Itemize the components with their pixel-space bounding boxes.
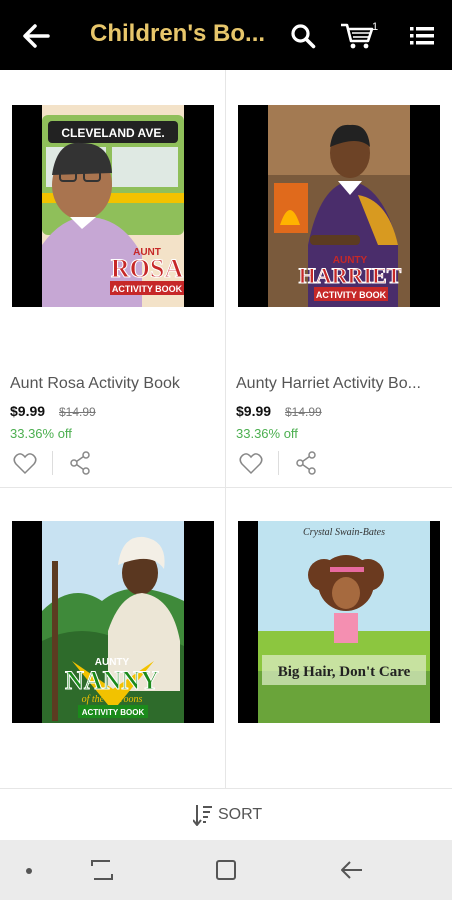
sort-bar[interactable]: SORT	[0, 788, 452, 840]
product-original-price: $14.99	[59, 405, 96, 419]
sort-icon[interactable]	[193, 804, 213, 826]
back-arrow-icon[interactable]	[20, 20, 52, 52]
share-icon[interactable]	[69, 451, 91, 475]
cover-text: CLEVELAND AVE.	[61, 126, 164, 140]
cover-text: ACTIVITY BOOK	[112, 284, 183, 294]
product-discount: 33.36% off	[10, 426, 72, 441]
cover-text: ROSA	[111, 254, 183, 283]
product-card[interactable]: AUNTY HARRIET ACTIVITY BOOK Aunty Harrie…	[226, 70, 452, 488]
product-price: $9.99	[236, 403, 272, 419]
divider	[278, 451, 279, 475]
home-icon[interactable]	[216, 860, 236, 880]
product-discount: 33.36% off	[236, 426, 298, 441]
cover-text: Big Hair, Don't Care	[278, 664, 411, 680]
system-nav-bar	[0, 840, 452, 900]
product-cover-image[interactable]: AUNTY NANNY of the Maroons ACTIVITY BOOK	[12, 521, 214, 723]
cart-icon[interactable]	[340, 22, 374, 50]
cover-text: of the Maroons	[82, 694, 143, 705]
app-bar: Children's Bo... 1	[0, 0, 452, 70]
cover-text: HARRIET	[299, 263, 402, 288]
product-cover-image[interactable]: Crystal Swain-Bates Big Hair, Don't Care	[238, 521, 440, 723]
product-price: $9.99	[10, 403, 46, 419]
back-icon[interactable]	[340, 858, 364, 882]
cover-text: ACTIVITY BOOK	[82, 708, 145, 717]
product-original-price: $14.99	[285, 405, 322, 419]
product-card[interactable]: CLEVELAND AVE. AUNT ROSA ACTIVITY BOOK A…	[0, 70, 226, 488]
divider	[52, 451, 53, 475]
sort-button-label[interactable]: SORT	[218, 806, 262, 824]
product-cover-image[interactable]: CLEVELAND AVE. AUNT ROSA ACTIVITY BOOK	[12, 105, 214, 307]
page-title: Children's Bo...	[90, 20, 266, 47]
cover-text: NANNY	[65, 666, 159, 695]
product-name[interactable]: Aunt Rosa Activity Book	[10, 375, 218, 393]
list-menu-icon[interactable]	[410, 25, 434, 47]
cart-count-badge: 1	[372, 21, 379, 33]
product-card[interactable]: Crystal Swain-Bates Big Hair, Don't Care	[226, 488, 452, 788]
cover-text: ACTIVITY BOOK	[316, 290, 387, 300]
cover-text: Crystal Swain-Bates	[303, 527, 385, 538]
product-card[interactable]: AUNTY NANNY of the Maroons ACTIVITY BOOK	[0, 488, 226, 788]
heart-icon[interactable]	[239, 453, 263, 475]
recent-apps-icon[interactable]	[90, 859, 114, 881]
heart-icon[interactable]	[13, 453, 37, 475]
search-icon[interactable]	[290, 23, 316, 49]
product-name[interactable]: Aunty Harriet Activity Bo...	[236, 375, 444, 393]
nav-dot-icon[interactable]	[26, 868, 32, 874]
product-grid: CLEVELAND AVE. AUNT ROSA ACTIVITY BOOK A…	[0, 70, 452, 788]
share-icon[interactable]	[295, 451, 317, 475]
product-cover-image[interactable]: AUNTY HARRIET ACTIVITY BOOK	[238, 105, 440, 307]
